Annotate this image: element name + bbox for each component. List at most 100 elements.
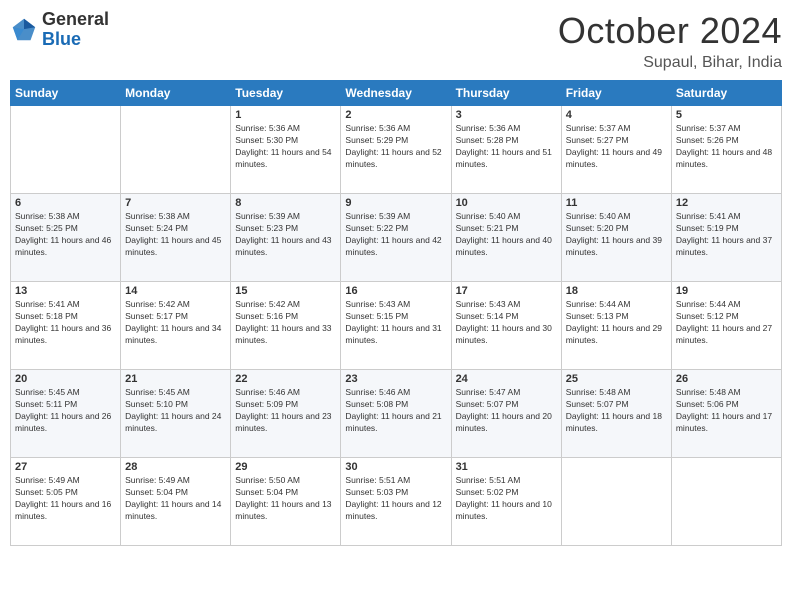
logo-text: General Blue <box>42 10 109 50</box>
day-number: 19 <box>676 285 777 297</box>
day-number: 2 <box>345 109 446 121</box>
day-cell: 25 Sunrise: 5:48 AMSunset: 5:07 PMDayligh… <box>561 370 671 458</box>
day-cell: 28Sunrise: 5:49 AMSunset: 5:04 PMDayligh… <box>121 458 231 546</box>
day-cell: 9Sunrise: 5:39 AMSunset: 5:22 PMDaylight… <box>341 194 451 282</box>
day-cell <box>11 106 121 194</box>
day-number: 16 <box>345 285 446 297</box>
day-info: Sunrise: 5:39 AMSunset: 5:22 PMDaylight:… <box>345 211 446 259</box>
day-number: 8 <box>235 197 336 209</box>
day-number: 30 <box>345 461 446 473</box>
calendar-table: Sunday Monday Tuesday Wednesday Thursday… <box>10 80 782 546</box>
day-info: Sunrise: 5:49 AMSunset: 5:04 PMDaylight:… <box>125 475 226 523</box>
day-cell: 14 Sunrise: 5:42 AMSunset: 5:17 PMDayligh… <box>121 282 231 370</box>
day-cell: 12 Sunrise: 5:41 AMSunset: 5:19 PMDayligh… <box>671 194 781 282</box>
day-number: 25 <box>566 373 667 385</box>
day-info: Sunrise: 5:44 AMSunset: 5:12 PMDaylight:… <box>676 299 777 347</box>
logo-general: General <box>42 10 109 30</box>
day-number: 7 <box>125 197 226 209</box>
day-number: 6 <box>15 197 116 209</box>
day-cell: 2 Sunrise: 5:36 AMSunset: 5:29 PMDaylight… <box>341 106 451 194</box>
day-number: 4 <box>566 109 667 121</box>
day-info: Sunrise: 5:41 AMSunset: 5:19 PMDaylight:… <box>676 211 777 259</box>
day-info: Sunrise: 5:43 AMSunset: 5:15 PMDaylight:… <box>345 299 446 347</box>
week-row-2: 13 Sunrise: 5:41 AMSunset: 5:18 PMDayligh… <box>11 282 782 370</box>
day-info: Sunrise: 5:37 AMSunset: 5:27 PMDaylight:… <box>566 123 667 171</box>
calendar-body: 1Sunrise: 5:36 AMSunset: 5:30 PMDaylight… <box>11 106 782 546</box>
day-cell: 7Sunrise: 5:38 AMSunset: 5:24 PMDaylight… <box>121 194 231 282</box>
day-cell: 27Sunrise: 5:49 AMSunset: 5:05 PMDayligh… <box>11 458 121 546</box>
day-number: 26 <box>676 373 777 385</box>
day-number: 12 <box>676 197 777 209</box>
day-cell <box>671 458 781 546</box>
day-number: 14 <box>125 285 226 297</box>
day-number: 11 <box>566 197 667 209</box>
day-info: Sunrise: 5:41 AMSunset: 5:18 PMDaylight:… <box>15 299 116 347</box>
day-cell: 1Sunrise: 5:36 AMSunset: 5:30 PMDaylight… <box>231 106 341 194</box>
day-cell: 22Sunrise: 5:46 AMSunset: 5:09 PMDayligh… <box>231 370 341 458</box>
day-info: Sunrise: 5:42 AMSunset: 5:16 PMDaylight:… <box>235 299 336 347</box>
col-saturday: Saturday <box>671 81 781 106</box>
page: General Blue October 2024 Supaul, Bihar,… <box>0 0 792 612</box>
day-info: Sunrise: 5:39 AMSunset: 5:23 PMDaylight:… <box>235 211 336 259</box>
day-number: 20 <box>15 373 116 385</box>
day-number: 3 <box>456 109 557 121</box>
day-info: Sunrise: 5:38 AMSunset: 5:25 PMDaylight:… <box>15 211 116 259</box>
day-cell: 13 Sunrise: 5:41 AMSunset: 5:18 PMDayligh… <box>11 282 121 370</box>
day-info: Sunrise: 5:48 AMSunset: 5:06 PMDaylight:… <box>676 387 777 435</box>
day-number: 22 <box>235 373 336 385</box>
day-info: Sunrise: 5:36 AMSunset: 5:29 PMDaylight:… <box>345 123 446 171</box>
day-info: Sunrise: 5:45 AMSunset: 5:11 PMDaylight:… <box>15 387 116 435</box>
location-title: Supaul, Bihar, India <box>558 54 782 72</box>
day-cell: 17Sunrise: 5:43 AMSunset: 5:14 PMDayligh… <box>451 282 561 370</box>
day-cell: 4 Sunrise: 5:37 AMSunset: 5:27 PMDaylight… <box>561 106 671 194</box>
calendar-header: Sunday Monday Tuesday Wednesday Thursday… <box>11 81 782 106</box>
day-cell: 11Sunrise: 5:40 AMSunset: 5:20 PMDayligh… <box>561 194 671 282</box>
day-cell: 29Sunrise: 5:50 AMSunset: 5:04 PMDayligh… <box>231 458 341 546</box>
logo-blue: Blue <box>42 30 109 50</box>
day-info: Sunrise: 5:36 AMSunset: 5:28 PMDaylight:… <box>456 123 557 171</box>
day-cell <box>121 106 231 194</box>
day-number: 17 <box>456 285 557 297</box>
day-number: 21 <box>125 373 226 385</box>
day-cell: 15 Sunrise: 5:42 AMSunset: 5:16 PMDayligh… <box>231 282 341 370</box>
header: General Blue October 2024 Supaul, Bihar,… <box>10 10 782 72</box>
day-info: Sunrise: 5:48 AMSunset: 5:07 PMDaylight:… <box>566 387 667 435</box>
day-cell: 20 Sunrise: 5:45 AMSunset: 5:11 PMDayligh… <box>11 370 121 458</box>
day-cell: 18 Sunrise: 5:44 AMSunset: 5:13 PMDayligh… <box>561 282 671 370</box>
day-info: Sunrise: 5:47 AMSunset: 5:07 PMDaylight:… <box>456 387 557 435</box>
day-info: Sunrise: 5:51 AMSunset: 5:02 PMDaylight:… <box>456 475 557 523</box>
col-friday: Friday <box>561 81 671 106</box>
day-number: 15 <box>235 285 336 297</box>
day-number: 23 <box>345 373 446 385</box>
day-info: Sunrise: 5:51 AMSunset: 5:03 PMDaylight:… <box>345 475 446 523</box>
day-number: 5 <box>676 109 777 121</box>
day-number: 13 <box>15 285 116 297</box>
day-cell <box>561 458 671 546</box>
day-cell: 10 Sunrise: 5:40 AMSunset: 5:21 PMDayligh… <box>451 194 561 282</box>
day-number: 18 <box>566 285 667 297</box>
day-number: 29 <box>235 461 336 473</box>
col-monday: Monday <box>121 81 231 106</box>
header-row: Sunday Monday Tuesday Wednesday Thursday… <box>11 81 782 106</box>
day-cell: 19 Sunrise: 5:44 AMSunset: 5:12 PMDayligh… <box>671 282 781 370</box>
day-cell: 6 Sunrise: 5:38 AMSunset: 5:25 PMDaylight… <box>11 194 121 282</box>
day-cell: 3 Sunrise: 5:36 AMSunset: 5:28 PMDaylight… <box>451 106 561 194</box>
col-tuesday: Tuesday <box>231 81 341 106</box>
title-block: October 2024 Supaul, Bihar, India <box>558 10 782 72</box>
day-info: Sunrise: 5:46 AMSunset: 5:08 PMDaylight:… <box>345 387 446 435</box>
month-title: October 2024 <box>558 10 782 52</box>
day-info: Sunrise: 5:49 AMSunset: 5:05 PMDaylight:… <box>15 475 116 523</box>
day-cell: 23 Sunrise: 5:46 AMSunset: 5:08 PMDayligh… <box>341 370 451 458</box>
day-number: 31 <box>456 461 557 473</box>
week-row-0: 1Sunrise: 5:36 AMSunset: 5:30 PMDaylight… <box>11 106 782 194</box>
day-cell: 5Sunrise: 5:37 AMSunset: 5:26 PMDaylight… <box>671 106 781 194</box>
day-info: Sunrise: 5:44 AMSunset: 5:13 PMDaylight:… <box>566 299 667 347</box>
day-info: Sunrise: 5:36 AMSunset: 5:30 PMDaylight:… <box>235 123 336 171</box>
day-info: Sunrise: 5:42 AMSunset: 5:17 PMDaylight:… <box>125 299 226 347</box>
day-info: Sunrise: 5:45 AMSunset: 5:10 PMDaylight:… <box>125 387 226 435</box>
week-row-4: 27Sunrise: 5:49 AMSunset: 5:05 PMDayligh… <box>11 458 782 546</box>
col-sunday: Sunday <box>11 81 121 106</box>
day-cell: 31 Sunrise: 5:51 AMSunset: 5:02 PMDayligh… <box>451 458 561 546</box>
day-info: Sunrise: 5:40 AMSunset: 5:21 PMDaylight:… <box>456 211 557 259</box>
day-number: 10 <box>456 197 557 209</box>
